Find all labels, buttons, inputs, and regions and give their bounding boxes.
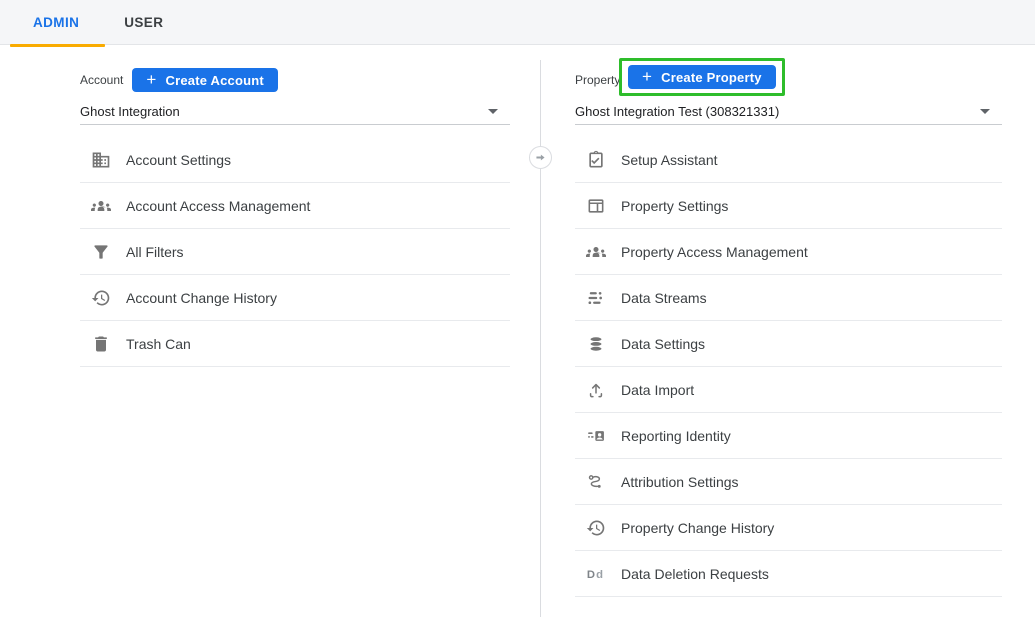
create-account-button-label: Create Account bbox=[166, 73, 264, 88]
attribution-path-icon bbox=[586, 472, 606, 492]
property-menu-item-data-streams[interactable]: Data Streams bbox=[575, 275, 1002, 321]
account-menu-item-account-access-management[interactable]: Account Access Management bbox=[80, 183, 510, 229]
tab-admin-label: ADMIN bbox=[33, 15, 79, 30]
tab-user-label: USER bbox=[124, 15, 163, 30]
history-icon bbox=[586, 518, 606, 538]
annotation-highlight-box: + Create Property bbox=[619, 58, 785, 96]
menu-item-label: Account Access Management bbox=[126, 198, 310, 214]
menu-item-label: Data Streams bbox=[621, 290, 707, 306]
menu-item-label: Setup Assistant bbox=[621, 152, 718, 168]
property-menu-item-reporting-identity[interactable]: Reporting Identity bbox=[575, 413, 1002, 459]
expand-property-column-button[interactable] bbox=[529, 146, 552, 169]
property-label: Property bbox=[575, 73, 620, 87]
svg-text:D: D bbox=[587, 569, 595, 581]
account-menu-item-account-change-history[interactable]: Account Change History bbox=[80, 275, 510, 321]
admin-tab-bar: ADMIN USER bbox=[0, 0, 1035, 45]
property-menu-item-data-deletion-requests[interactable]: Dd Data Deletion Requests bbox=[575, 551, 1002, 597]
property-menu-item-property-access-management[interactable]: Property Access Management bbox=[575, 229, 1002, 275]
menu-item-label: Attribution Settings bbox=[621, 474, 739, 490]
menu-item-label: Data Settings bbox=[621, 336, 705, 352]
account-label: Account bbox=[80, 73, 123, 87]
arrow-right-icon bbox=[534, 151, 547, 164]
create-account-button[interactable]: + Create Account bbox=[132, 68, 278, 92]
building-icon bbox=[91, 150, 111, 170]
property-panel-header: Property + Create Property bbox=[575, 68, 1002, 92]
menu-item-label: Property Settings bbox=[621, 198, 728, 214]
account-menu-list: Account Settings Account Access Managemen… bbox=[80, 137, 510, 367]
menu-item-label: Account Settings bbox=[126, 152, 231, 168]
column-divider bbox=[540, 60, 541, 617]
trash-icon bbox=[91, 334, 111, 354]
active-tab-underline bbox=[10, 44, 105, 47]
account-panel: Account + Create Account Ghost Integrati… bbox=[80, 68, 510, 367]
menu-item-label: Property Access Management bbox=[621, 244, 808, 260]
groups-icon bbox=[586, 242, 606, 262]
menu-item-label: Data Deletion Requests bbox=[621, 566, 769, 582]
create-property-button-label: Create Property bbox=[661, 70, 762, 85]
property-menu-item-setup-assistant[interactable]: Setup Assistant bbox=[575, 137, 1002, 183]
property-panel: Property + Create Property Ghost Integra… bbox=[575, 68, 1002, 597]
selected-property-value: Ghost Integration Test (308321331) bbox=[575, 104, 779, 119]
dd-letters-icon: Dd bbox=[586, 564, 606, 584]
property-selector-dropdown[interactable]: Ghost Integration Test (308321331) bbox=[575, 98, 1002, 125]
account-selector-dropdown[interactable]: Ghost Integration bbox=[80, 98, 510, 125]
upload-icon bbox=[586, 380, 606, 400]
plus-icon: + bbox=[146, 71, 156, 88]
caret-down-icon bbox=[488, 109, 498, 114]
database-icon bbox=[586, 334, 606, 354]
window-columns-icon bbox=[586, 196, 606, 216]
property-menu-item-property-settings[interactable]: Property Settings bbox=[575, 183, 1002, 229]
data-streams-icon bbox=[586, 288, 606, 308]
menu-item-label: Trash Can bbox=[126, 336, 191, 352]
menu-item-label: All Filters bbox=[126, 244, 184, 260]
property-menu-item-attribution-settings[interactable]: Attribution Settings bbox=[575, 459, 1002, 505]
history-icon bbox=[91, 288, 111, 308]
tab-admin[interactable]: ADMIN bbox=[33, 0, 79, 45]
clipboard-check-icon bbox=[586, 150, 606, 170]
plus-icon: + bbox=[642, 68, 652, 85]
caret-down-icon bbox=[980, 109, 990, 114]
menu-item-label: Data Import bbox=[621, 382, 694, 398]
selected-account-value: Ghost Integration bbox=[80, 104, 180, 119]
account-panel-header: Account + Create Account bbox=[80, 68, 510, 92]
identity-card-icon bbox=[586, 426, 606, 446]
groups-icon bbox=[91, 196, 111, 216]
property-menu-item-property-change-history[interactable]: Property Change History bbox=[575, 505, 1002, 551]
property-menu-item-data-import[interactable]: Data Import bbox=[575, 367, 1002, 413]
property-menu-item-data-settings[interactable]: Data Settings bbox=[575, 321, 1002, 367]
account-menu-item-trash-can[interactable]: Trash Can bbox=[80, 321, 510, 367]
filter-icon bbox=[91, 242, 111, 262]
menu-item-label: Account Change History bbox=[126, 290, 277, 306]
create-property-button[interactable]: + Create Property bbox=[628, 65, 776, 89]
account-menu-item-all-filters[interactable]: All Filters bbox=[80, 229, 510, 275]
tab-user[interactable]: USER bbox=[124, 0, 163, 45]
menu-item-label: Property Change History bbox=[621, 520, 774, 536]
svg-text:d: d bbox=[596, 569, 603, 581]
property-menu-list: Setup Assistant Property Settings Property… bbox=[575, 137, 1002, 597]
menu-item-label: Reporting Identity bbox=[621, 428, 731, 444]
account-menu-item-account-settings[interactable]: Account Settings bbox=[80, 137, 510, 183]
